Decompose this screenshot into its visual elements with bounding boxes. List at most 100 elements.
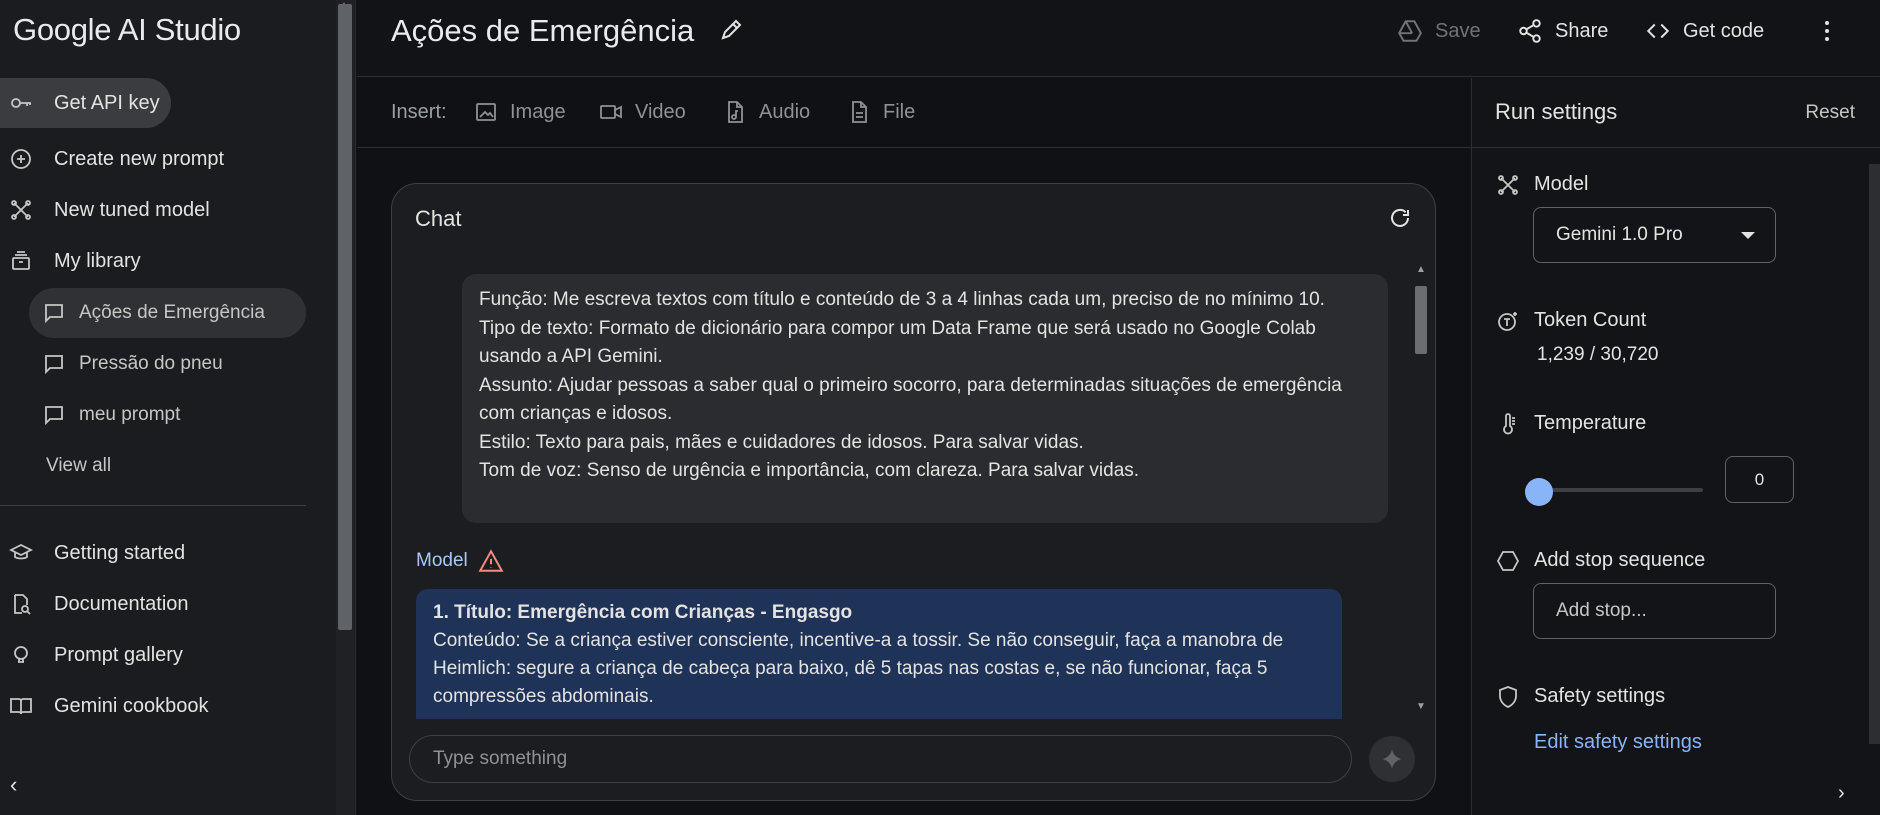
model-select[interactable]: Gemini 1.0 Pro	[1533, 207, 1776, 263]
temperature-slider[interactable]	[1525, 478, 1703, 506]
insert-video-button[interactable]: Video	[599, 100, 686, 124]
save-button[interactable]: Save	[1397, 14, 1481, 48]
sidebar-item-label: New tuned model	[54, 198, 210, 221]
app-root: Google AI Studio Get API key Create new …	[0, 0, 1880, 815]
sidebar-item-my-library[interactable]: My library	[8, 239, 141, 283]
more-vert-icon[interactable]	[1812, 16, 1842, 46]
insert-audio-label: Audio	[759, 100, 811, 123]
sidebar-scrollbar[interactable]: ▲	[336, 0, 354, 815]
sidebar-item-label: Gemini cookbook	[54, 694, 209, 717]
model-message: 1. Título: Emergência com Crianças - Eng…	[416, 589, 1342, 719]
slider-knob[interactable]	[1525, 478, 1553, 506]
sidebar-item-label: Getting started	[54, 541, 186, 564]
model-message-body: Conteúdo: Se a criança estiver conscient…	[433, 630, 1284, 707]
warning-icon	[478, 549, 504, 572]
temperature-input[interactable]: 0	[1725, 456, 1794, 503]
insert-file-label: File	[883, 100, 916, 123]
insert-image-button[interactable]: Image	[474, 100, 566, 124]
image-icon	[476, 103, 496, 121]
top-header: Ações de Emergência Save Share Get code	[357, 0, 1880, 77]
insert-video-label: Video	[635, 100, 686, 123]
get-code-label: Get code	[1683, 19, 1765, 42]
sidebar-item-getting-started[interactable]: Getting started	[8, 531, 185, 575]
run-settings-panel: Run settings Reset Model Gemini 1.0 Pro …	[1471, 78, 1880, 815]
chat-title: Chat	[415, 206, 462, 231]
stop-sequence-label: Add stop sequence	[1534, 549, 1706, 571]
chevron-right-icon[interactable]: ›	[1838, 782, 1845, 805]
view-all-link[interactable]: View all	[46, 441, 111, 491]
book-icon	[8, 693, 34, 719]
insert-file-button[interactable]: File	[847, 100, 915, 124]
reset-button[interactable]: Reset	[1805, 102, 1855, 124]
sidebar-item-label: My library	[54, 249, 141, 272]
collapse-sidebar-icon[interactable]: ‹	[10, 772, 17, 798]
edit-safety-settings-link[interactable]: Edit safety settings	[1534, 731, 1702, 754]
chat-bubble-icon	[41, 300, 67, 326]
user-message: Função: Me escreva textos com título e c…	[462, 274, 1388, 523]
model-tune-icon	[1496, 173, 1522, 199]
sidebar-item-label: Documentation	[54, 592, 189, 615]
pencil-icon[interactable]	[719, 18, 745, 44]
sidebar-item-create-new-prompt[interactable]: Create new prompt	[8, 137, 224, 181]
token-icon	[1496, 309, 1522, 335]
user-message-line: Tom de voz: Senso de urgência e importân…	[479, 460, 1140, 481]
insert-image-label: Image	[510, 100, 566, 123]
drive-icon	[1398, 20, 1422, 42]
user-message-line: Função: Me escreva textos com título e c…	[479, 289, 1325, 310]
insert-audio-button[interactable]: Audio	[723, 100, 810, 124]
file-icon	[852, 101, 867, 123]
chat-scroll-thumb[interactable]	[1415, 286, 1427, 354]
model-select-value: Gemini 1.0 Pro	[1556, 224, 1683, 245]
library-item-meu-prompt[interactable]: meu prompt	[29, 390, 180, 440]
get-api-key-button[interactable]: Get API key	[0, 78, 171, 128]
send-button[interactable]	[1369, 736, 1415, 782]
chat-scrollbar[interactable]: ▲ ▼	[1412, 264, 1430, 712]
token-count-value: 1,239 / 30,720	[1537, 344, 1659, 365]
sidebar-item-gemini-cookbook[interactable]: Gemini cookbook	[8, 684, 209, 728]
sidebar-divider	[0, 505, 306, 506]
model-role-label: Model	[416, 548, 504, 574]
library-item-label: Pressão do pneu	[79, 353, 223, 374]
run-settings-header: Run settings Reset	[1472, 78, 1880, 148]
sidebar-item-documentation[interactable]: Documentation	[8, 582, 189, 626]
model-section-label: Model	[1534, 173, 1589, 195]
thermometer-icon	[1496, 412, 1522, 438]
run-settings-scrollbar[interactable]	[1869, 148, 1880, 815]
model-message-heading: 1. Título: Emergência com Crianças - Eng…	[433, 602, 853, 623]
get-code-button[interactable]: Get code	[1645, 14, 1764, 48]
hexagon-icon	[1496, 549, 1522, 575]
refresh-icon[interactable]	[1388, 206, 1414, 232]
scroll-down-icon[interactable]: ▼	[1416, 701, 1426, 712]
chat-bubble-icon	[41, 351, 67, 377]
user-message-line: Estilo: Texto para pais, mães e cuidador…	[479, 431, 1084, 453]
sparkle-icon	[1382, 749, 1402, 769]
sidebar: Google AI Studio Get API key Create new …	[0, 0, 356, 815]
shield-icon	[1496, 685, 1522, 711]
share-button[interactable]: Share	[1517, 14, 1608, 48]
temperature-label: Temperature	[1534, 412, 1647, 434]
sidebar-scroll-thumb[interactable]	[338, 4, 352, 630]
sidebar-item-label: Prompt gallery	[54, 643, 183, 666]
dropdown-caret-icon	[1741, 232, 1755, 239]
chat-input[interactable]	[409, 735, 1352, 783]
get-api-key-label: Get API key	[54, 91, 160, 114]
key-icon	[8, 90, 34, 116]
stop-sequence-input[interactable]	[1533, 583, 1776, 639]
save-label: Save	[1435, 19, 1481, 42]
sidebar-item-new-tuned-model[interactable]: New tuned model	[8, 188, 210, 232]
library-item-label: meu prompt	[79, 404, 181, 425]
code-icon	[1646, 23, 1670, 39]
chat-panel: Chat Função: Me escreva textos com títul…	[391, 183, 1436, 801]
sidebar-item-label: Create new prompt	[54, 147, 225, 170]
document-search-icon	[8, 591, 34, 617]
insert-label: Insert:	[391, 101, 447, 123]
library-item-pressao-do-pneu[interactable]: Pressão do pneu	[29, 339, 223, 389]
audio-file-icon	[728, 101, 743, 123]
graduation-cap-icon	[8, 540, 34, 566]
run-scroll-thumb[interactable]	[1869, 164, 1880, 744]
sidebar-item-prompt-gallery[interactable]: Prompt gallery	[8, 633, 183, 677]
library-item-acoes-de-emergencia[interactable]: Ações de Emergência	[29, 288, 306, 338]
share-icon	[1519, 19, 1541, 43]
token-count-label: Token Count	[1534, 309, 1647, 331]
scroll-up-icon[interactable]: ▲	[1416, 264, 1426, 275]
